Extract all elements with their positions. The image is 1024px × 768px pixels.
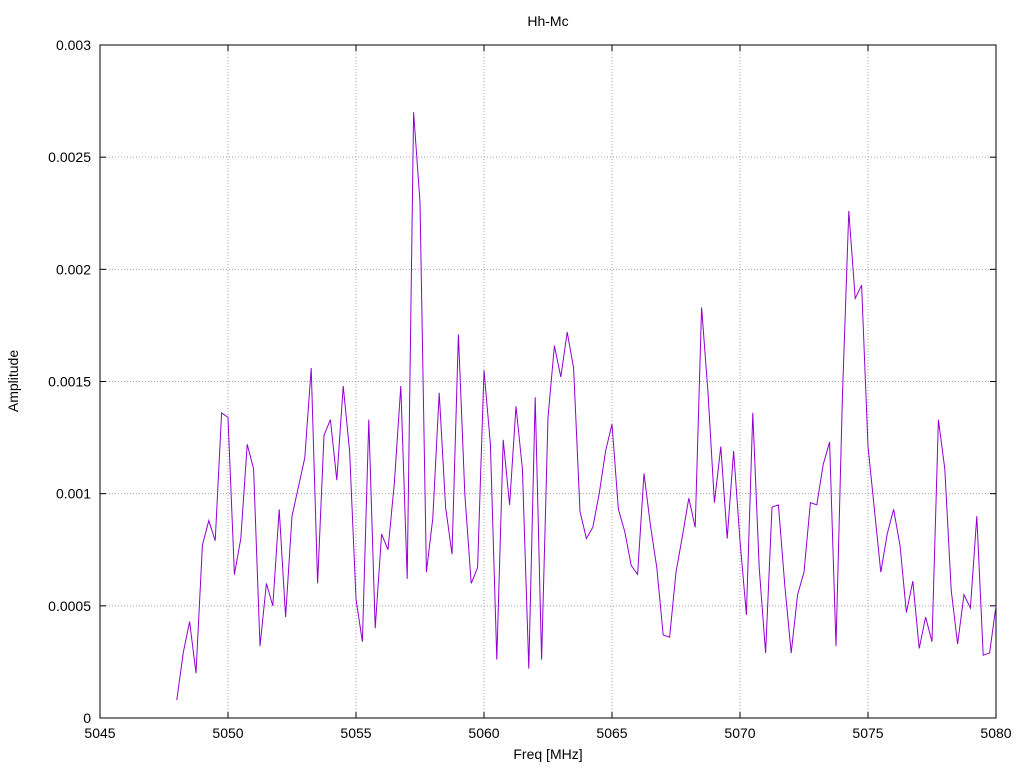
- x-tick-label: 5055: [340, 725, 371, 741]
- x-tick-label: 5050: [212, 725, 243, 741]
- x-tick-label: 5045: [84, 725, 115, 741]
- x-tick-label: 5065: [596, 725, 627, 741]
- y-tick-label: 0.0025: [48, 149, 91, 165]
- x-tick-label: 5075: [852, 725, 883, 741]
- y-tick-label: 0.001: [56, 486, 91, 502]
- line-chart: 5045 5050 5055 5060 5065 5070 5075 5080 0 0.0005 0…: [5, 13, 1012, 762]
- grid-layer: [100, 45, 996, 718]
- chart-title: Hh-Mc: [527, 13, 568, 29]
- x-axis-label: Freq [MHz]: [513, 746, 582, 762]
- y-tick-label: 0.002: [56, 261, 91, 277]
- x-tick-label: 5070: [724, 725, 755, 741]
- x-tick-label: 5060: [468, 725, 499, 741]
- y-tick-label: 0.0005: [48, 598, 91, 614]
- y-axis-label: Amplitude: [5, 350, 21, 412]
- chart-container: 5045 5050 5055 5060 5065 5070 5075 5080 0 0.0005 0…: [0, 0, 1024, 768]
- x-tick-label: 5080: [980, 725, 1011, 741]
- series-layer: [176, 112, 997, 701]
- y-tick-label: 0.003: [56, 37, 91, 53]
- y-tick-label: 0.0015: [48, 374, 91, 390]
- y-tick-label: 0: [83, 710, 91, 726]
- series-line: [176, 112, 997, 701]
